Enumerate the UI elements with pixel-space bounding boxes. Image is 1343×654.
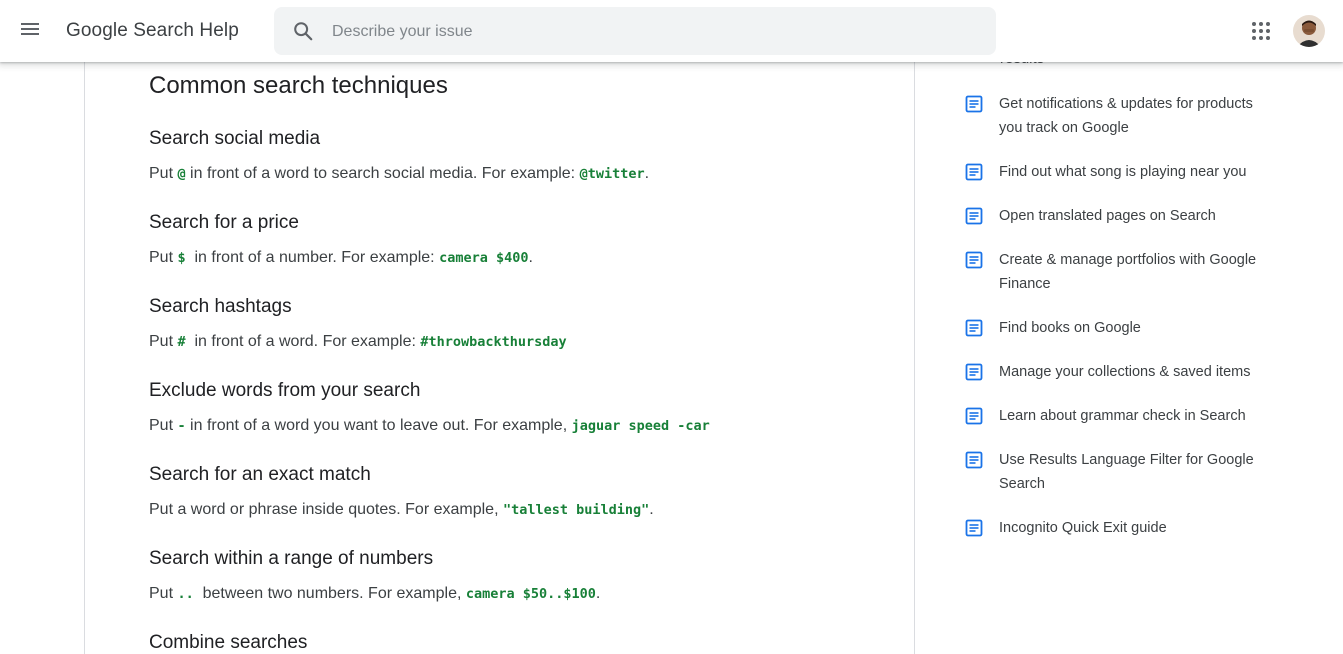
- technique-description: Put @ in front of a word to search socia…: [149, 165, 650, 182]
- code-snippet: -: [177, 418, 186, 434]
- section-heading: Common search techniques: [149, 72, 448, 99]
- code-snippet: ..: [177, 586, 194, 602]
- search-icon[interactable]: [292, 20, 314, 42]
- search-box[interactable]: [274, 7, 996, 55]
- related-item-label[interactable]: Create & manage portfolios with Google F…: [999, 248, 1259, 296]
- article-icon: [965, 451, 983, 469]
- avatar[interactable]: [1293, 15, 1325, 47]
- code-snippet: $: [177, 250, 186, 266]
- technique-title: Search within a range of numbers: [149, 548, 434, 569]
- technique-description: Put a word or phrase inside quotes. For …: [149, 501, 654, 518]
- article-icon: [965, 519, 983, 537]
- related-item-label[interactable]: Use Results Language Filter for Google S…: [999, 448, 1259, 496]
- search-input[interactable]: [330, 15, 974, 49]
- technique-title: Search hashtags: [149, 296, 292, 317]
- technique-description: Put - in front of a word you want to lea…: [149, 417, 710, 434]
- technique-title: Search social media: [149, 128, 321, 149]
- code-snippet: #: [177, 334, 186, 350]
- user-avatar-icon: [1293, 15, 1325, 47]
- article-icon: [965, 163, 983, 181]
- code-example: "tallest building": [502, 502, 650, 518]
- article-icon: [965, 251, 983, 269]
- related-item-label[interactable]: Manage your collections & saved items: [999, 360, 1259, 384]
- technique-description: Put $ in front of a number. For example:…: [149, 249, 533, 266]
- technique-title: Combine searches: [149, 632, 308, 653]
- brand-title[interactable]: Google Search Help: [66, 20, 239, 42]
- technique-title: Search for an exact match: [149, 464, 371, 485]
- top-app-bar: Google Search Help: [0, 0, 1343, 62]
- related-item-label[interactable]: Find out what song is playing near you: [999, 160, 1259, 184]
- related-item-label[interactable]: Get notifications & updates for products…: [999, 92, 1259, 140]
- code-example: camera $50..$100: [465, 586, 596, 602]
- code-example: #throwbackthursday: [420, 334, 567, 350]
- code-snippet: @: [177, 166, 186, 182]
- related-item-label[interactable]: Learn about grammar check in Search: [999, 404, 1259, 428]
- technique-title: Exclude words from your search: [149, 380, 421, 401]
- code-example: camera $400: [439, 250, 529, 266]
- apps-grid-icon[interactable]: [1251, 21, 1271, 41]
- related-item-label[interactable]: Open translated pages on Search: [999, 204, 1259, 228]
- menu-icon[interactable]: [18, 20, 42, 42]
- article-icon: [965, 95, 983, 113]
- article-icon: [965, 407, 983, 425]
- article-icon: [965, 319, 983, 337]
- technique-description: Put # in front of a word. For example: #…: [149, 333, 567, 350]
- code-example: jaguar speed -car: [571, 418, 710, 434]
- code-example: @twitter: [579, 166, 645, 182]
- technique-title: Search for a price: [149, 212, 299, 233]
- technique-description: Put .. between two numbers. For example,…: [149, 585, 601, 602]
- related-item-label[interactable]: Find books on Google: [999, 316, 1259, 340]
- article-icon: [965, 363, 983, 381]
- article-icon: [965, 207, 983, 225]
- related-item-label[interactable]: Incognito Quick Exit guide: [999, 516, 1259, 540]
